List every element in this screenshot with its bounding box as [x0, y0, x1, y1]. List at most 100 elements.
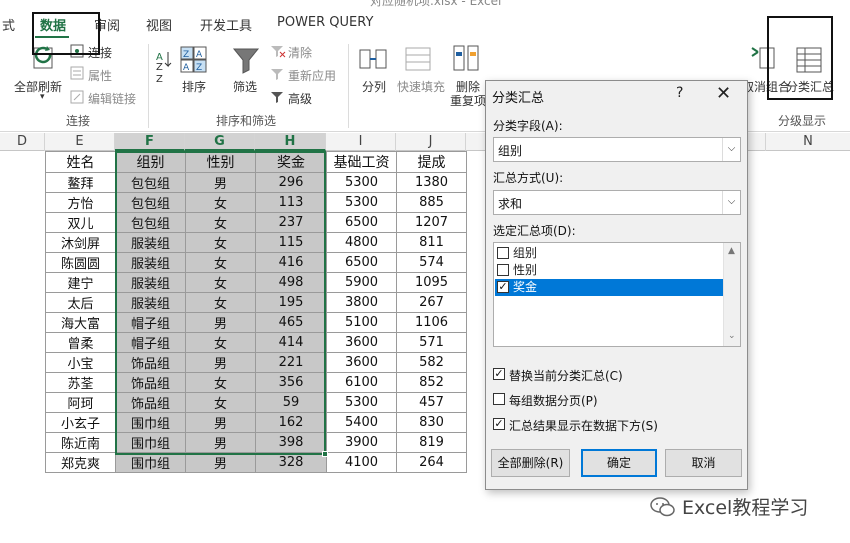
edit-links-button[interactable]: 编辑链接: [88, 90, 136, 107]
checkbox-page-break[interactable]: [493, 393, 505, 405]
header-cell-name[interactable]: 姓名: [45, 151, 116, 173]
cell-name[interactable]: 建宁: [45, 272, 116, 293]
function-select[interactable]: 求和 ⌵: [493, 190, 741, 215]
cell-gender[interactable]: 女: [185, 272, 256, 293]
cell-gender[interactable]: 男: [185, 172, 256, 193]
cell-group[interactable]: 包包组: [115, 212, 186, 233]
cell-name[interactable]: 阿珂: [45, 392, 116, 413]
cell-gender[interactable]: 女: [185, 392, 256, 413]
column-header-j[interactable]: J: [396, 133, 466, 151]
cell-base-salary[interactable]: 5300: [326, 172, 397, 193]
tab-review[interactable]: 审阅: [94, 15, 120, 34]
checkbox-group[interactable]: [497, 247, 509, 259]
cell-name[interactable]: 沐剑屏: [45, 232, 116, 253]
cell-gender[interactable]: 女: [185, 232, 256, 253]
cell-bonus[interactable]: 195: [255, 292, 327, 313]
cell-commission[interactable]: 574: [396, 252, 467, 273]
checkbox-summary-below[interactable]: ✓: [493, 418, 505, 430]
cell-name[interactable]: 郑克爽: [45, 452, 116, 473]
cell-group[interactable]: 服装组: [115, 272, 186, 293]
cell-group[interactable]: 围巾组: [115, 452, 186, 473]
cell-bonus[interactable]: 498: [255, 272, 327, 293]
remove-all-button[interactable]: 全部删除(R): [491, 449, 570, 477]
cell-commission[interactable]: 1106: [396, 312, 467, 333]
cell-gender[interactable]: 女: [185, 292, 256, 313]
connections-button[interactable]: 连接: [88, 44, 112, 61]
refresh-all-button[interactable]: 全部刷新: [14, 78, 62, 95]
column-header-i[interactable]: I: [326, 133, 396, 151]
cell-base-salary[interactable]: 6500: [326, 212, 397, 233]
tab-format[interactable]: 式: [2, 15, 15, 34]
column-header-f[interactable]: F: [115, 133, 185, 151]
cell-bonus[interactable]: 237: [255, 212, 327, 233]
column-header-g[interactable]: G: [185, 133, 255, 151]
header-cell-group[interactable]: 组别: [115, 151, 186, 173]
list-item-group[interactable]: 组别: [495, 245, 723, 262]
cell-commission[interactable]: 267: [396, 292, 467, 313]
tab-power-query[interactable]: POWER QUERY: [277, 15, 373, 30]
scroll-down-icon[interactable]: ⌄: [728, 331, 736, 341]
column-header-d[interactable]: D: [0, 133, 45, 151]
ungroup-button[interactable]: 取消组合: [742, 78, 790, 95]
fill-handle[interactable]: [322, 451, 328, 457]
cell-gender[interactable]: 女: [185, 372, 256, 393]
cell-base-salary[interactable]: 4100: [326, 452, 397, 473]
advanced-button[interactable]: 高级: [288, 90, 312, 107]
cell-gender[interactable]: 男: [185, 412, 256, 433]
cell-group[interactable]: 帽子组: [115, 332, 186, 353]
cell-group[interactable]: 饰品组: [115, 352, 186, 373]
clear-button[interactable]: 清除: [288, 44, 312, 61]
column-header-e[interactable]: E: [45, 133, 115, 151]
cell-group[interactable]: 围巾组: [115, 412, 186, 433]
cell-name[interactable]: 陈圆圆: [45, 252, 116, 273]
cell-group[interactable]: 服装组: [115, 252, 186, 273]
chevron-down-icon[interactable]: ⌵: [722, 138, 740, 161]
cell-gender[interactable]: 男: [185, 452, 256, 473]
cell-name[interactable]: 小宝: [45, 352, 116, 373]
cell-base-salary[interactable]: 5400: [326, 412, 397, 433]
scroll-up-icon[interactable]: ▲: [728, 246, 735, 256]
cell-group[interactable]: 包包组: [115, 192, 186, 213]
subtotal-button[interactable]: 分类汇总: [786, 78, 834, 95]
checkbox-bonus[interactable]: ✓: [497, 281, 509, 293]
cell-base-salary[interactable]: 3800: [326, 292, 397, 313]
filter-button[interactable]: 筛选: [233, 78, 257, 95]
cell-commission[interactable]: 819: [396, 432, 467, 453]
close-icon[interactable]: ✕: [716, 83, 731, 104]
cell-bonus[interactable]: 356: [255, 372, 327, 393]
cell-name[interactable]: 双儿: [45, 212, 116, 233]
cell-group[interactable]: 包包组: [115, 172, 186, 193]
cell-bonus[interactable]: 296: [255, 172, 327, 193]
cell-gender[interactable]: 女: [185, 252, 256, 273]
cell-group[interactable]: 服装组: [115, 232, 186, 253]
cell-base-salary[interactable]: 5900: [326, 272, 397, 293]
cell-bonus[interactable]: 115: [255, 232, 327, 253]
cell-commission[interactable]: 582: [396, 352, 467, 373]
checkbox-replace-current[interactable]: ✓: [493, 368, 505, 380]
cell-commission[interactable]: 457: [396, 392, 467, 413]
header-cell-gender[interactable]: 性别: [185, 151, 256, 173]
cell-name[interactable]: 曾柔: [45, 332, 116, 353]
cell-commission[interactable]: 571: [396, 332, 467, 353]
cell-base-salary[interactable]: 4800: [326, 232, 397, 253]
cell-name[interactable]: 鳌拜: [45, 172, 116, 193]
cell-bonus[interactable]: 416: [255, 252, 327, 273]
cell-gender[interactable]: 男: [185, 352, 256, 373]
properties-button[interactable]: 属性: [88, 67, 112, 84]
cell-name[interactable]: 苏荃: [45, 372, 116, 393]
cell-gender[interactable]: 女: [185, 332, 256, 353]
cell-commission[interactable]: 1380: [396, 172, 467, 193]
cell-gender[interactable]: 男: [185, 432, 256, 453]
cell-commission[interactable]: 852: [396, 372, 467, 393]
cell-commission[interactable]: 885: [396, 192, 467, 213]
cell-base-salary[interactable]: 3600: [326, 332, 397, 353]
cell-gender[interactable]: 男: [185, 312, 256, 333]
cell-gender[interactable]: 女: [185, 212, 256, 233]
chevron-down-icon[interactable]: ⌵: [722, 191, 740, 214]
sort-button[interactable]: 排序: [182, 78, 206, 95]
checkbox-gender[interactable]: [497, 264, 509, 276]
cell-bonus[interactable]: 221: [255, 352, 327, 373]
cell-name[interactable]: 太后: [45, 292, 116, 313]
cell-base-salary[interactable]: 5300: [326, 392, 397, 413]
cell-name[interactable]: 陈近南: [45, 432, 116, 453]
